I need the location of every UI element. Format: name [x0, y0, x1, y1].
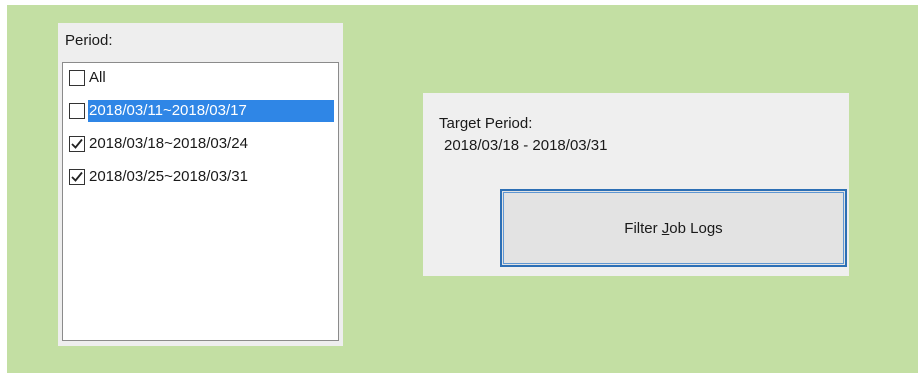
checkmark-icon	[71, 138, 83, 149]
checkmark-icon	[71, 171, 83, 182]
period-panel: Period: All 2018/03/11~2018/03/17 2018/0…	[58, 23, 343, 346]
checkbox-2018-03-25[interactable]	[69, 169, 85, 185]
list-item-label: All	[89, 69, 106, 86]
list-item-all[interactable]: All	[67, 66, 337, 90]
list-item-label: 2018/03/25~2018/03/31	[89, 168, 248, 185]
filter-label-part: Filter	[624, 220, 662, 237]
target-period-value: 2018/03/18 - 2018/03/31	[444, 137, 608, 154]
selected-list-item-label: 2018/03/11~2018/03/17	[88, 100, 334, 122]
checkbox-2018-03-18[interactable]	[69, 136, 85, 152]
filter-job-logs-button[interactable]: Filter Job Logs	[500, 189, 847, 267]
period-label: Period:	[65, 32, 113, 49]
checkbox-2018-03-11[interactable]	[69, 103, 85, 119]
target-period-panel: Target Period: 2018/03/18 - 2018/03/31 F…	[423, 93, 849, 276]
list-item-2018-03-11[interactable]: 2018/03/11~2018/03/17	[67, 99, 337, 123]
filter-job-logs-label: Filter Job Logs	[502, 220, 845, 238]
period-checked-listbox[interactable]: All 2018/03/11~2018/03/17 2018/03/18~201…	[62, 62, 339, 341]
filter-label-part: ob Logs	[669, 220, 723, 237]
list-item-2018-03-18[interactable]: 2018/03/18~2018/03/24	[67, 132, 337, 156]
checkbox-all[interactable]	[69, 70, 85, 86]
target-period-label: Target Period:	[439, 115, 533, 132]
list-item-label: 2018/03/18~2018/03/24	[89, 135, 248, 152]
list-item-2018-03-25[interactable]: 2018/03/25~2018/03/31	[67, 165, 337, 189]
